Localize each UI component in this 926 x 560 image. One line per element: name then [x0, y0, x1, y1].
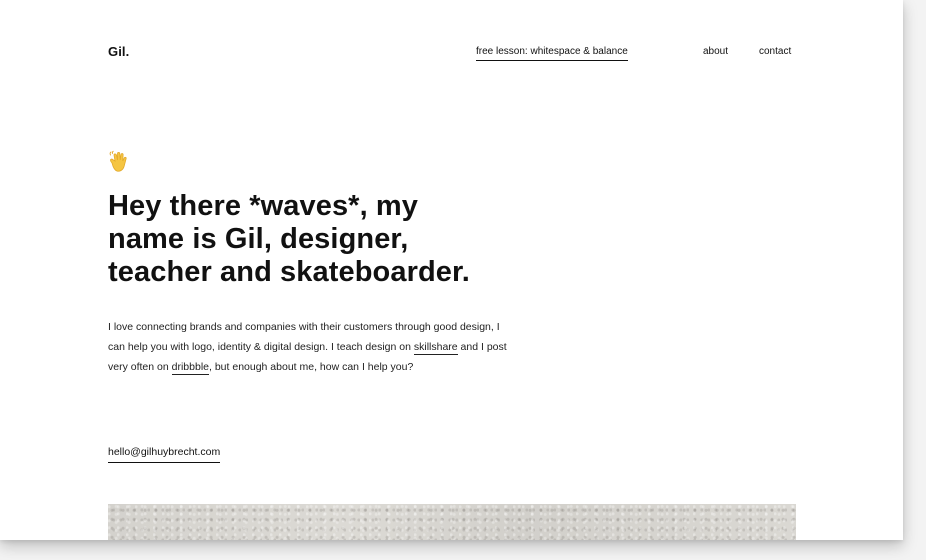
brand-logo[interactable]: Gil.: [108, 44, 129, 59]
landing-page: Gil. free lesson: whitespace & balance a…: [0, 0, 903, 540]
dribbble-link[interactable]: dribbble: [171, 361, 209, 375]
hero-headline: Hey there *waves*, my name is Gil, desig…: [108, 190, 538, 289]
waving-hand-icon: [109, 150, 127, 172]
nav-link-about[interactable]: about: [703, 46, 728, 57]
skillshare-link[interactable]: skillshare: [413, 341, 458, 355]
nav-link-free-lesson[interactable]: free lesson: whitespace & balance: [476, 46, 628, 61]
nav-link-contact[interactable]: contact: [759, 46, 791, 57]
headline-line-2: name is Gil, designer,: [108, 223, 409, 255]
intro-paragraph: I love connecting brands and companies w…: [108, 317, 518, 377]
hero-image: [108, 504, 796, 540]
intro-text-3: , but enough about me, how can I help yo…: [209, 361, 414, 373]
headline-line-3: teacher and skateboarder.: [108, 256, 470, 288]
email-link[interactable]: hello@gilhuybrecht.com: [108, 446, 221, 463]
headline-line-1: Hey there *waves*, my: [108, 190, 418, 222]
